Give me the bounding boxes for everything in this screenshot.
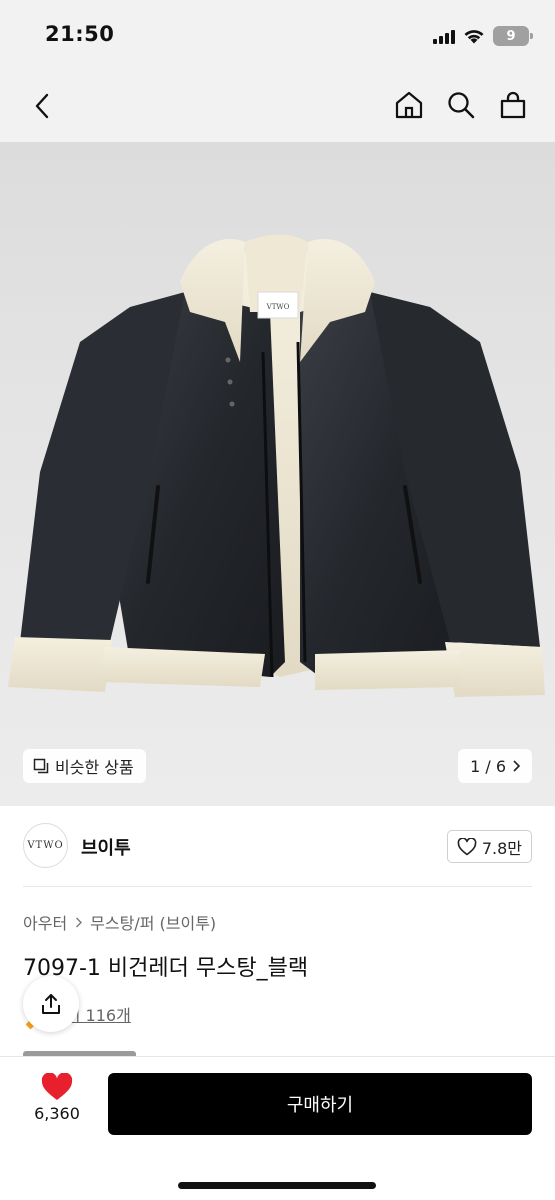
nav-bar bbox=[0, 70, 555, 142]
divider bbox=[23, 886, 532, 887]
battery-icon: 9 bbox=[493, 26, 533, 46]
image-counter[interactable]: 1 / 6 bbox=[458, 749, 532, 783]
status-time: 21:50 bbox=[45, 22, 115, 46]
brand-like-count: 7.8만 bbox=[481, 838, 522, 858]
status-icons: 9 bbox=[433, 24, 533, 48]
search-button[interactable] bbox=[445, 87, 477, 123]
breadcrumb-item[interactable]: 무스탕/퍼 (브이투) bbox=[90, 910, 216, 934]
heart-filled-icon bbox=[41, 1073, 73, 1100]
jacket-photo: VTWO bbox=[8, 234, 545, 697]
share-icon bbox=[42, 994, 60, 1014]
jacket-label-text: VTWO bbox=[266, 303, 290, 311]
home-icon bbox=[395, 91, 423, 119]
back-button[interactable] bbox=[26, 88, 58, 124]
similar-products-label: 비슷한 상품 bbox=[55, 758, 134, 777]
heart-outline-icon bbox=[457, 837, 477, 855]
brand-row[interactable]: VTWO 브이투 7.8만 bbox=[0, 806, 555, 886]
product-title: 7097-1 비건레더 무스탕_블랙 bbox=[23, 956, 309, 981]
chevron-right-icon bbox=[76, 917, 83, 927]
copy-icon bbox=[33, 758, 49, 774]
similar-products-button[interactable]: 비슷한 상품 bbox=[23, 749, 146, 783]
bottom-bar: 6,360 구매하기 bbox=[0, 1056, 555, 1200]
wish-count: 6,360 bbox=[34, 1104, 80, 1123]
image-counter-text: 1 / 6 bbox=[470, 756, 506, 776]
share-button[interactable] bbox=[23, 976, 79, 1032]
home-indicator bbox=[178, 1182, 376, 1189]
status-bar: 21:50 9 bbox=[0, 0, 555, 70]
nav-actions bbox=[393, 87, 529, 123]
brand-name[interactable]: 브이투 bbox=[81, 834, 131, 860]
buy-button[interactable]: 구매하기 bbox=[108, 1073, 532, 1135]
brand-logo[interactable]: VTWO bbox=[23, 823, 68, 868]
home-button[interactable] bbox=[393, 87, 425, 123]
chevron-left-icon bbox=[35, 93, 49, 119]
wish-button[interactable]: 6,360 bbox=[23, 1073, 91, 1123]
wifi-icon bbox=[464, 30, 484, 44]
brand-like-button[interactable]: 7.8만 bbox=[446, 830, 532, 863]
search-icon bbox=[448, 92, 475, 119]
battery-level: 9 bbox=[506, 28, 516, 44]
chevron-right-icon bbox=[513, 760, 520, 772]
cart-button[interactable] bbox=[497, 87, 529, 123]
breadcrumb-item[interactable]: 아우터 bbox=[23, 910, 67, 934]
breadcrumb: 아우터 무스탕/퍼 (브이투) bbox=[23, 910, 216, 934]
brand-logo-text: VTWO bbox=[27, 840, 64, 851]
product-image-gallery[interactable]: VTWO 비슷한 상품 1 / 6 bbox=[0, 142, 555, 806]
signal-icon bbox=[433, 28, 455, 44]
shopping-bag-icon bbox=[500, 91, 526, 119]
